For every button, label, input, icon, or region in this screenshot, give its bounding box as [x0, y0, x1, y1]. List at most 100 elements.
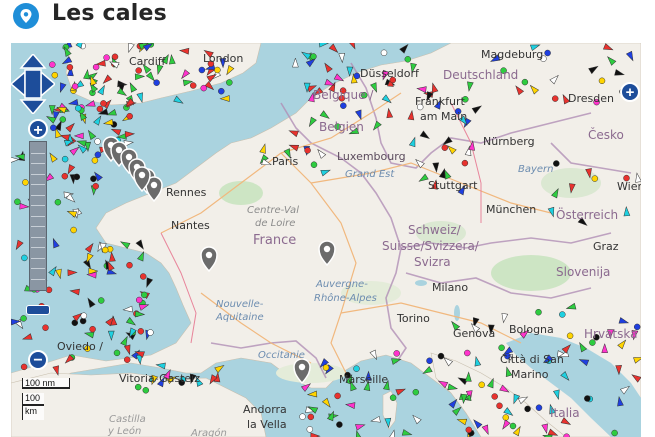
vessel-marker[interactable] [42, 324, 49, 331]
vessel-marker[interactable] [509, 422, 517, 430]
vessel-marker[interactable] [389, 394, 397, 401]
vessel-marker[interactable] [200, 84, 207, 92]
vessel-marker[interactable] [14, 198, 21, 206]
vessel-marker[interactable] [66, 64, 74, 71]
vessel-marker[interactable] [219, 95, 230, 102]
vessel-marker[interactable] [94, 151, 102, 158]
vessel-marker[interactable] [334, 392, 341, 400]
vessel-marker[interactable] [134, 383, 142, 391]
vessel-marker[interactable] [310, 432, 321, 437]
vessel-marker[interactable] [100, 100, 107, 107]
vessel-marker[interactable] [126, 112, 133, 120]
vessel-marker[interactable] [344, 402, 356, 409]
vessel-marker[interactable] [553, 160, 560, 167]
vessel-marker[interactable] [124, 131, 136, 138]
vessel-marker[interactable] [126, 261, 133, 269]
vessel-marker[interactable] [464, 349, 471, 357]
vessel-marker[interactable] [336, 421, 343, 428]
zoom-slider[interactable] [29, 141, 47, 291]
vessel-marker[interactable] [97, 297, 105, 304]
vessel-marker[interactable] [11, 156, 20, 164]
vessel-marker[interactable] [328, 43, 340, 55]
vessel-marker[interactable] [401, 429, 413, 437]
vessel-marker[interactable] [85, 297, 96, 308]
vessel-marker[interactable] [89, 325, 96, 333]
vessel-marker[interactable] [135, 67, 142, 74]
vessel-marker[interactable] [214, 66, 221, 74]
map-view[interactable]: Deutschland Belgique / Belgien France Sc… [11, 43, 641, 437]
vessel-marker[interactable] [90, 175, 97, 183]
vessel-marker[interactable] [67, 269, 78, 277]
vessel-marker[interactable] [106, 268, 118, 277]
vessel-marker[interactable] [20, 363, 28, 371]
vessel-marker[interactable] [125, 317, 137, 327]
vessel-marker[interactable] [524, 405, 531, 413]
vessel-marker[interactable] [591, 175, 599, 182]
vessel-marker[interactable] [189, 82, 197, 89]
vessel-marker[interactable] [54, 198, 62, 206]
vessel-marker[interactable] [566, 332, 574, 340]
vessel-marker[interactable] [304, 147, 311, 154]
vessel-marker[interactable] [498, 344, 505, 352]
vessel-marker[interactable] [226, 79, 233, 86]
vessel-marker[interactable] [218, 87, 225, 95]
vessel-marker[interactable] [502, 414, 510, 421]
vessel-marker[interactable] [496, 402, 503, 410]
vessel-marker[interactable] [85, 100, 96, 109]
vessel-marker[interactable] [14, 239, 24, 251]
vessel-marker[interactable] [214, 363, 226, 374]
vessel-marker[interactable] [137, 328, 145, 335]
vessel-marker[interactable] [65, 121, 77, 133]
vessel-marker[interactable] [123, 344, 132, 356]
vessel-marker[interactable] [94, 138, 101, 145]
vessel-marker[interactable] [348, 43, 357, 50]
vessel-marker[interactable] [306, 426, 314, 433]
vessel-marker[interactable] [141, 291, 148, 299]
vessel-marker[interactable] [73, 132, 84, 140]
vessel-marker[interactable] [71, 83, 79, 90]
vessel-marker[interactable] [388, 429, 397, 437]
vessel-marker[interactable] [322, 62, 333, 73]
vessel-marker[interactable] [59, 132, 71, 142]
vessel-marker[interactable] [598, 77, 606, 85]
vessel-marker[interactable] [135, 296, 143, 304]
vessel-marker[interactable] [120, 335, 130, 347]
vessel-marker[interactable] [412, 388, 420, 396]
vessel-marker[interactable] [322, 364, 330, 371]
vessel-marker[interactable] [69, 288, 80, 296]
vessel-marker[interactable] [101, 246, 109, 254]
vessel-marker[interactable] [55, 268, 63, 280]
vessel-marker[interactable] [380, 49, 388, 57]
zoom-in-button[interactable]: + [28, 119, 48, 139]
vessel-marker[interactable] [107, 330, 115, 341]
vessel-marker[interactable] [139, 273, 147, 280]
vessel-marker[interactable] [103, 54, 110, 61]
vessel-marker[interactable] [134, 310, 146, 318]
vessel-marker[interactable] [292, 57, 299, 68]
vessel-marker[interactable] [198, 66, 206, 74]
vessel-marker[interactable] [411, 413, 422, 425]
vessel-marker[interactable] [535, 404, 543, 411]
vessel-marker[interactable] [86, 129, 97, 140]
vessel-marker[interactable] [559, 311, 566, 318]
vessel-marker[interactable] [307, 413, 315, 421]
vessel-marker[interactable] [426, 357, 433, 365]
vessel-marker[interactable] [321, 397, 332, 409]
vessel-marker[interactable] [70, 226, 77, 234]
vessel-marker[interactable] [370, 415, 381, 424]
vessel-marker[interactable] [84, 242, 95, 254]
vessel-marker[interactable] [354, 430, 363, 437]
zoom-slider-handle[interactable] [26, 305, 50, 315]
vessel-marker[interactable] [310, 161, 318, 168]
vessel-marker[interactable] [551, 95, 559, 102]
vessel-marker[interactable] [144, 277, 154, 289]
vessel-marker[interactable] [437, 352, 445, 360]
vessel-marker[interactable] [147, 329, 154, 336]
vessel-marker[interactable] [76, 138, 87, 147]
vessel-marker[interactable] [50, 124, 57, 132]
vessel-marker[interactable] [21, 254, 28, 262]
vessel-marker[interactable] [491, 393, 498, 400]
vessel-marker[interactable] [465, 426, 473, 434]
vessel-marker[interactable] [96, 105, 104, 113]
vessel-marker[interactable] [306, 390, 318, 398]
